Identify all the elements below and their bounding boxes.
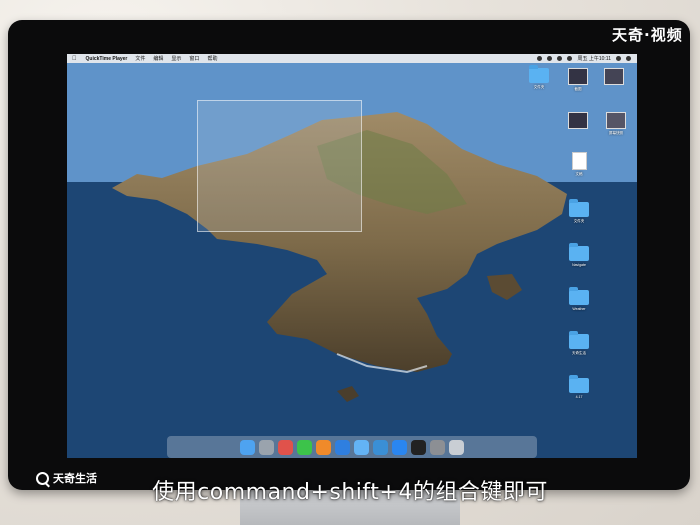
folder-icon [569,199,589,217]
dock [167,436,537,458]
appstore-icon[interactable] [392,439,407,455]
screenshot-thumbnail-icon [568,68,588,85]
firefox-icon[interactable] [316,439,331,455]
wechat-icon[interactable] [297,439,312,455]
apple-menu-icon[interactable]:  [67,56,82,62]
watermark-top: 天奇·视频 [612,26,683,44]
screenshot-thumbnail-icon [606,112,626,129]
desktop-item[interactable]: 文稿 [562,152,596,177]
folder-icon [569,287,589,305]
menu-help[interactable]: 帮助 [203,55,221,62]
xcode-icon[interactable] [373,439,388,455]
document-icon [571,152,587,170]
siri-icon[interactable] [626,56,631,61]
menu-clock[interactable]: 周五 上午10:11 [577,55,611,62]
chrome-icon[interactable] [335,439,350,455]
volume-icon[interactable] [557,56,563,61]
video-subtitle: 使用command+shift+4的组合键即可 [152,480,548,505]
folder-stack-icon[interactable] [354,439,369,455]
status-icon[interactable] [537,56,543,61]
settings-icon[interactable] [430,439,445,455]
menu-window[interactable]: 窗口 [185,55,203,62]
desktop-item[interactable] [561,112,595,131]
spotlight-icon[interactable] [616,56,621,61]
folder-icon [569,331,589,349]
trash-icon[interactable] [449,439,464,455]
desktop-item[interactable]: 天奇生活 [562,331,596,356]
finder-icon[interactable] [240,439,255,455]
launchpad-icon[interactable] [259,439,274,455]
screenshot-selection-rect[interactable] [197,100,362,232]
menu-view[interactable]: 显示 [167,55,185,62]
desktop-item[interactable] [597,68,631,87]
desktop-item[interactable]: 屏幕快照 [599,112,633,136]
desktop-item[interactable]: 4.17 [562,375,596,399]
mac-screen:  QuickTime Player 文件 编辑 显示 窗口 帮助 周五 上午1… [67,54,637,458]
menu-app-name[interactable]: QuickTime Player [82,56,132,62]
folder-icon [569,243,589,261]
desktop-item[interactable]: 截图 [561,68,595,92]
terminal-icon[interactable] [411,439,426,455]
folder-icon [529,65,549,83]
battery-icon[interactable] [567,56,573,61]
wifi-icon[interactable] [547,56,553,61]
desktop-item[interactable]: Weather [562,287,596,311]
desktop-item[interactable]: 文件夹 [562,199,596,224]
desktop-item[interactable]: 文件夹 [522,65,556,90]
menu-file[interactable]: 文件 [131,55,149,62]
menu-edit[interactable]: 编辑 [149,55,167,62]
folder-icon [569,375,589,393]
screenshot-thumbnail-icon [568,112,588,129]
menu-bar:  QuickTime Player 文件 编辑 显示 窗口 帮助 周五 上午1… [67,54,637,63]
safari-icon[interactable] [278,439,293,455]
desktop-item[interactable]: Navigate [562,243,596,267]
screenshot-thumbnail-icon [604,68,624,85]
